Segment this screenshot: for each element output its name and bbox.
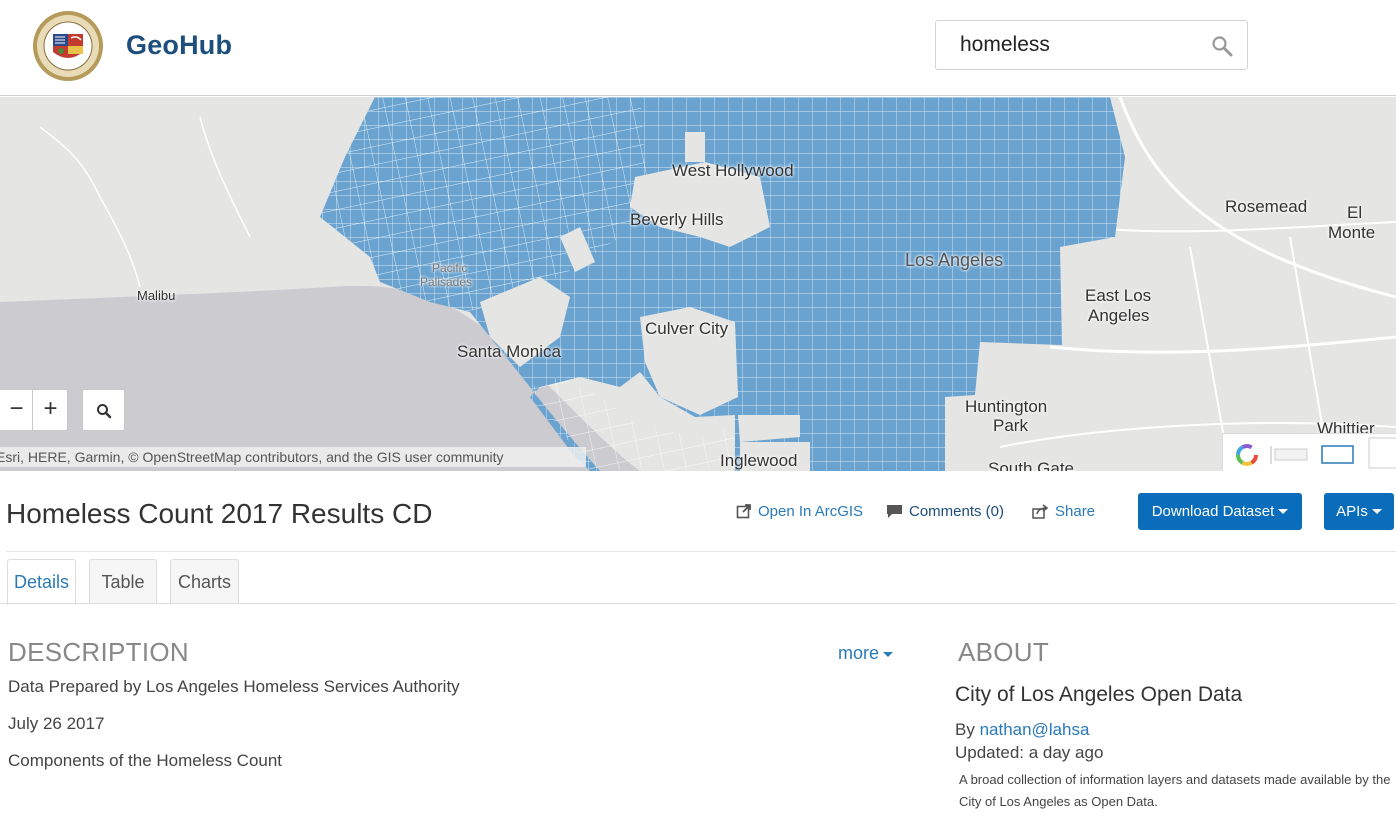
description-heading: DESCRIPTION: [8, 637, 189, 667]
open-in-arcgis-link[interactable]: Open In ArcGIS: [736, 502, 863, 522]
map-label-malibu: Malibu: [137, 288, 176, 303]
more-label: more: [838, 643, 880, 663]
map-label-east-los: East Los: [1085, 286, 1152, 305]
map-label-culver-city: Culver City: [645, 319, 729, 338]
external-link-icon: [736, 504, 751, 519]
tab-details[interactable]: Details: [7, 559, 76, 605]
share-link[interactable]: Share: [1032, 502, 1095, 522]
map-label-monte: Monte: [1328, 223, 1376, 242]
about-heading: ABOUT: [958, 637, 1050, 667]
chevron-down-icon: [883, 652, 894, 657]
apis-button[interactable]: APIs: [1324, 493, 1394, 530]
comment-icon: [887, 505, 902, 518]
tab-table[interactable]: Table: [89, 559, 157, 604]
map-search-button[interactable]: [82, 389, 125, 431]
open-in-arcgis-label: Open In ArcGIS: [758, 503, 864, 520]
apis-label: APIs: [1336, 503, 1368, 520]
city-seal-icon[interactable]: [31, 10, 105, 82]
search-input[interactable]: [960, 31, 1210, 59]
dataset-title: Homeless Count 2017 Results CD: [6, 498, 433, 529]
zoom-out-button[interactable]: −: [0, 390, 34, 430]
download-dataset-label: Download Dataset: [1151, 503, 1275, 520]
map-label-park: Park: [993, 416, 1028, 435]
map-label-palisades: Palisades: [420, 275, 473, 289]
map-label-los-angeles: Los Angeles: [905, 250, 1004, 270]
map-label-pacific: Pacific: [432, 261, 468, 275]
map-label-huntington: Huntington: [965, 397, 1048, 416]
color-wheel-icon[interactable]: [1236, 444, 1258, 466]
chevron-down-icon: [1371, 509, 1382, 514]
share-icon: [1032, 504, 1049, 519]
map-label-west-hollywood: West Hollywood: [672, 161, 794, 180]
description-line: July 26 2017: [8, 714, 105, 733]
share-label: Share: [1055, 503, 1096, 520]
description-line: Components of the Homeless Count: [8, 751, 283, 770]
map-label-el: El: [1347, 203, 1363, 222]
map-label-santa-monica: Santa Monica: [457, 342, 561, 361]
search-icon[interactable]: [1211, 35, 1233, 57]
map-label-rosemead: Rosemead: [1225, 197, 1308, 216]
more-link[interactable]: more: [838, 643, 894, 664]
search-box[interactable]: [935, 20, 1248, 70]
map-view[interactable]: West Hollywood Beverly Hills Pacific Pal…: [0, 97, 1396, 471]
map-label-inglewood: Inglewood: [720, 451, 798, 470]
site-header: GeoHub: [0, 0, 1396, 96]
about-description: A broad collection of information layers…: [959, 772, 1391, 809]
map-label-south-gate: South Gate: [988, 459, 1075, 471]
zoom-controls: − +: [0, 389, 68, 431]
about-updated: Updated: a day ago: [955, 743, 1104, 762]
map-label-angeles: Angeles: [1088, 306, 1150, 325]
zoom-in-button[interactable]: +: [33, 390, 68, 430]
map-label-beverly-hills: Beverly Hills: [630, 210, 724, 229]
divider: [6, 551, 1396, 552]
map-attribution: Esri, HERE, Garmin, © OpenStreetMap cont…: [0, 447, 586, 467]
comments-link[interactable]: Comments (0): [886, 502, 1004, 522]
basemap-light-icon[interactable]: [1274, 448, 1308, 461]
about-author-prefix: By: [955, 720, 980, 739]
chevron-down-icon: [1278, 509, 1289, 514]
basemap-outline-icon[interactable]: [1321, 445, 1354, 464]
comments-label: Comments (0): [909, 503, 1005, 520]
about-author: By nathan@lahsa: [955, 720, 1089, 740]
basemap: [0, 97, 1396, 471]
download-dataset-button[interactable]: Download Dataset: [1138, 493, 1302, 530]
map-tools-panel: [1222, 433, 1396, 471]
map-search-icon: [97, 404, 112, 419]
tab-charts[interactable]: Charts: [170, 559, 239, 604]
tabs-divider: [0, 603, 1396, 604]
description-line: Data Prepared by Los Angeles Homeless Se…: [8, 677, 460, 696]
about-organization: City of Los Angeles Open Data: [955, 683, 1243, 706]
basemap-option-icon[interactable]: [1368, 437, 1396, 469]
site-brand[interactable]: GeoHub: [126, 30, 232, 61]
author-link[interactable]: nathan@lahsa: [980, 720, 1090, 739]
